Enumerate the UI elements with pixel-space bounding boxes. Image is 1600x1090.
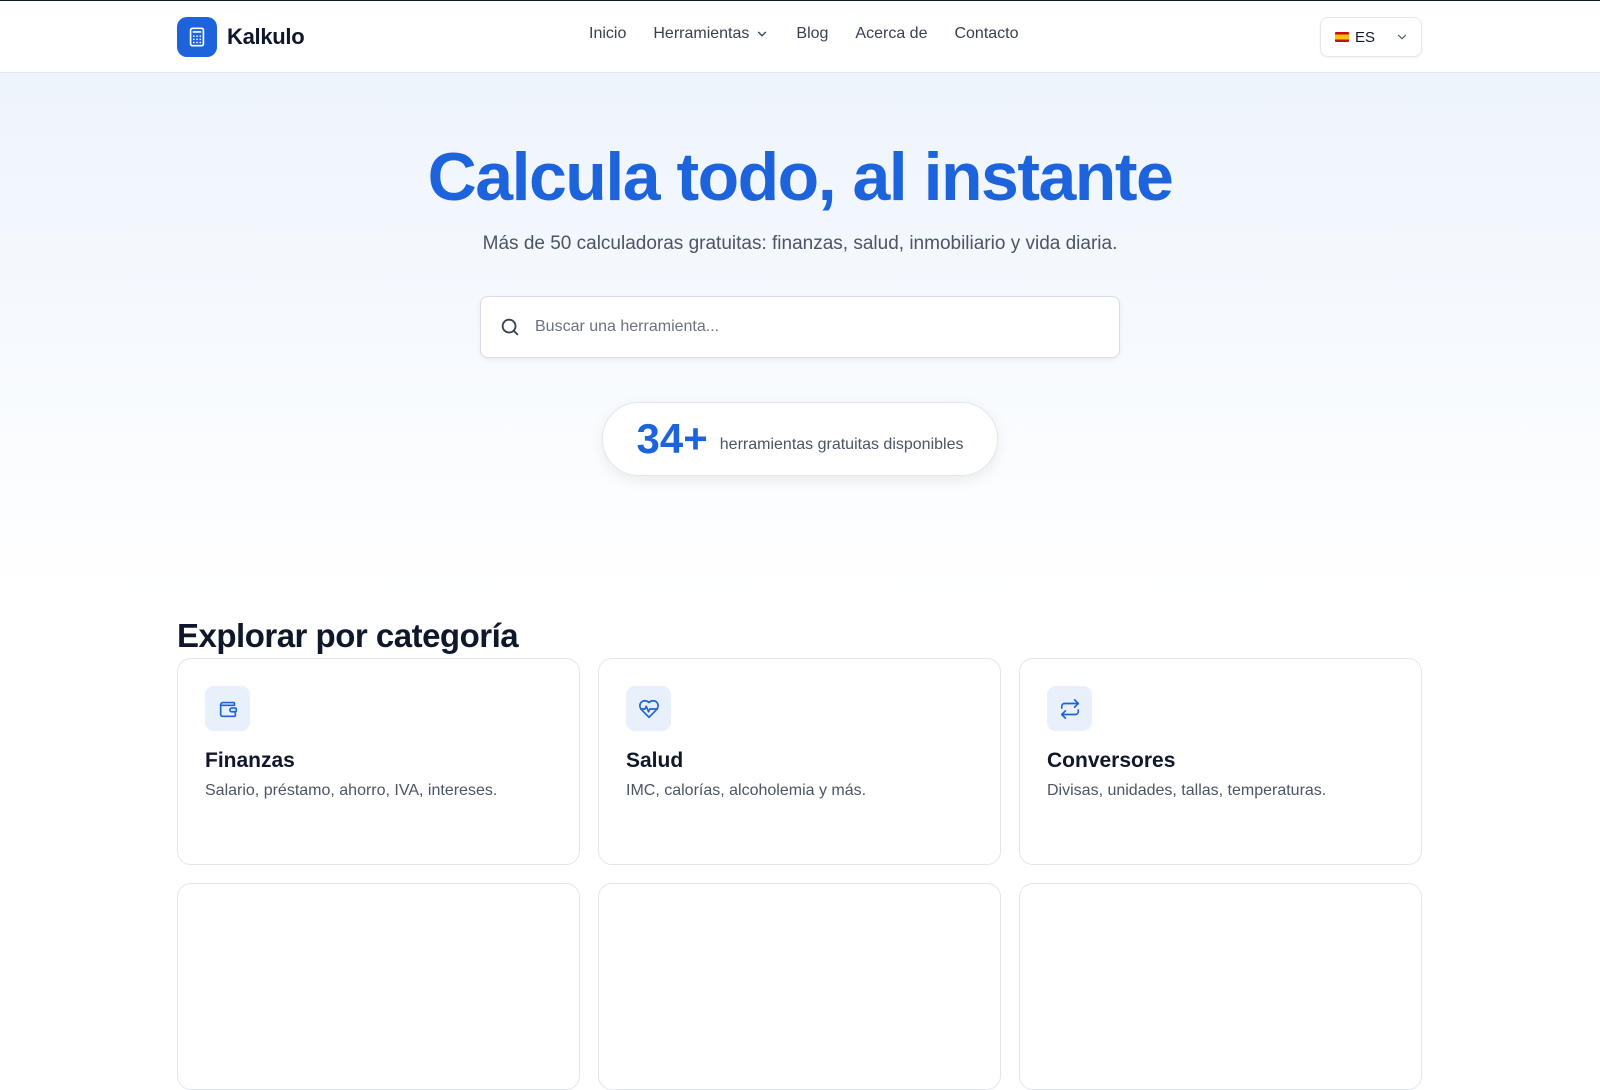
hero-subtitle: Más de 50 calculadoras gratuitas: finanz… xyxy=(482,233,1118,254)
category-description: Salario, préstamo, ahorro, IVA, interese… xyxy=(205,782,498,799)
category-description: Divisas, unidades, tallas, temperaturas. xyxy=(1047,782,1327,799)
search-input[interactable] xyxy=(535,318,1101,336)
site-header: Kalkulo Inicio Herramientas Blog Acerca … xyxy=(0,1,1600,73)
chevron-down-icon xyxy=(758,31,767,37)
nav-herramientas[interactable]: Herramientas xyxy=(653,25,769,43)
calculator-icon xyxy=(177,17,217,57)
brand-name: Kalkulo xyxy=(227,24,305,49)
nav-acerca-de[interactable]: Acerca de xyxy=(855,25,927,43)
search-box[interactable] xyxy=(480,296,1120,358)
category-card[interactable] xyxy=(177,883,580,1090)
category-title: Salud xyxy=(626,749,684,772)
nav-blog[interactable]: Blog xyxy=(796,25,828,43)
category-card-salud[interactable]: Salud IMC, calorías, alcoholemia y más. xyxy=(598,658,1001,865)
nav-herramientas-label: Herramientas xyxy=(653,25,750,42)
category-card-conversores[interactable]: Conversores Divisas, unidades, tallas, t… xyxy=(1019,658,1422,865)
category-card[interactable] xyxy=(1019,883,1422,1090)
heart-pulse-icon xyxy=(626,686,671,731)
brand-logo-link[interactable]: Kalkulo xyxy=(177,17,305,57)
category-card-finanzas[interactable]: Finanzas Salario, préstamo, ahorro, IVA,… xyxy=(177,658,580,865)
main-nav: Inicio Herramientas Blog Acerca de Conta… xyxy=(589,25,1019,43)
category-title: Conversores xyxy=(1047,749,1176,772)
category-description: IMC, calorías, alcoholemia y más. xyxy=(626,782,867,799)
search-icon xyxy=(501,318,519,336)
category-card[interactable] xyxy=(598,883,1001,1090)
language-code: ES xyxy=(1355,28,1376,46)
nav-inicio[interactable]: Inicio xyxy=(589,25,626,43)
repeat-arrows-icon xyxy=(1047,686,1092,731)
nav-contacto[interactable]: Contacto xyxy=(954,25,1018,43)
categories-title: Explorar por categoría xyxy=(177,617,519,654)
language-selector[interactable]: ES xyxy=(1320,17,1422,57)
hero-title: Calcula todo, al instante xyxy=(427,139,1174,215)
wallet-icon xyxy=(205,686,250,731)
spain-flag-icon xyxy=(1335,32,1349,42)
category-title: Finanzas xyxy=(205,749,295,772)
tools-count-badge: 34+ herramientas gratuitas disponibles xyxy=(602,402,998,476)
tools-count-label: herramientas gratuitas disponibles xyxy=(719,436,964,453)
chevron-down-icon xyxy=(1397,34,1407,40)
tools-count-number: 34+ xyxy=(636,415,708,462)
